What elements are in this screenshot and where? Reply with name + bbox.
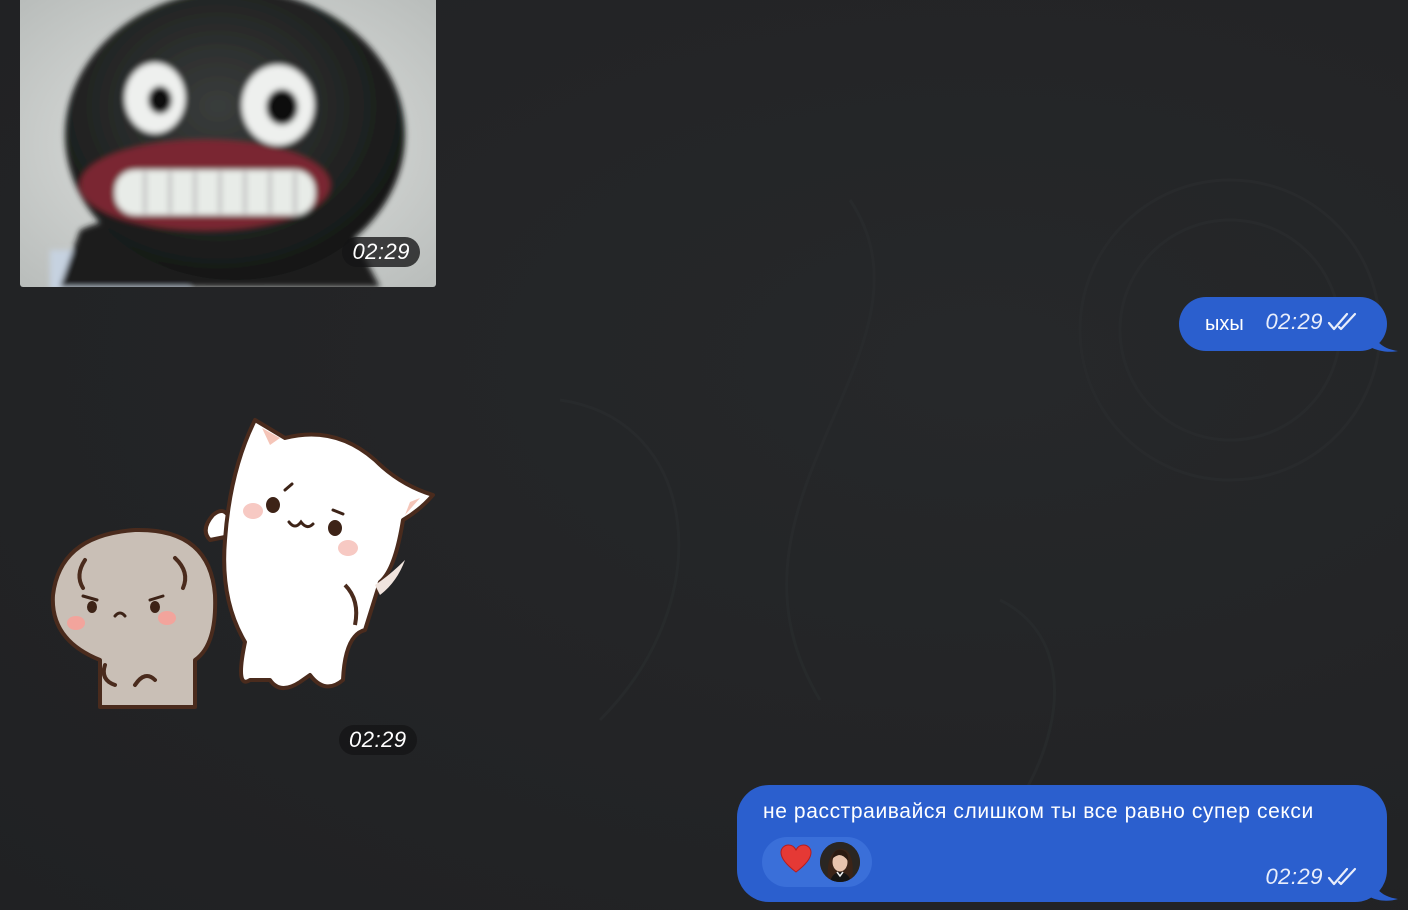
message-time: 02:29 — [1265, 864, 1323, 889]
message-meta: 02:29 — [1265, 864, 1359, 890]
double-check-icon — [1327, 866, 1359, 888]
outgoing-message[interactable]: ыхы 02:29 — [1179, 297, 1387, 351]
bubble-tail — [1370, 877, 1398, 901]
heart-icon — [780, 844, 812, 880]
incoming-photo-message[interactable]: 02:29 — [20, 0, 436, 287]
avatar[interactable] — [820, 842, 860, 882]
cats-sticker[interactable] — [45, 410, 440, 710]
chat-view: 02:29 ыхы 02:29 02:29 не расстраивайся с… — [0, 0, 1408, 910]
message-time: 02:29 — [339, 725, 417, 755]
message-time: 02:29 — [1265, 309, 1323, 334]
message-text: не расстраивайся слишком ты все равно су… — [763, 800, 1314, 823]
message-text: ыхы — [1205, 313, 1244, 335]
double-check-icon — [1327, 311, 1359, 333]
message-meta: 02:29 — [1265, 309, 1359, 335]
reaction-pill[interactable] — [762, 837, 872, 887]
outgoing-message[interactable]: не расстраивайся слишком ты все равно су… — [737, 785, 1387, 902]
bubble-tail — [1370, 329, 1398, 352]
message-time: 02:29 — [342, 237, 420, 267]
